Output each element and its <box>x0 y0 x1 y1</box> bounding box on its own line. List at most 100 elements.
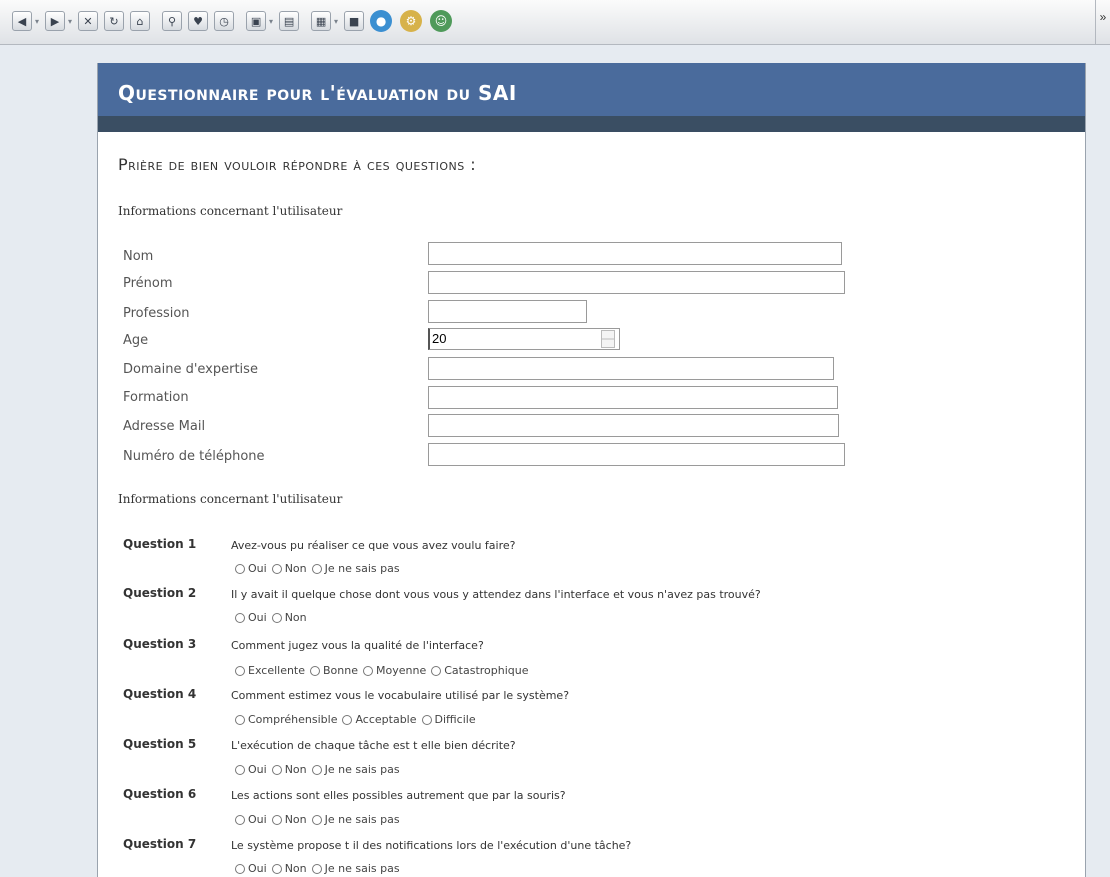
option-difficile[interactable]: Difficile <box>421 713 476 726</box>
profession-input[interactable] <box>428 300 587 323</box>
radio-icon[interactable] <box>235 563 245 574</box>
form-subtitle: Prière de bien vouloir répondre à ces qu… <box>118 155 477 174</box>
option-non[interactable]: Non <box>271 562 307 575</box>
question-1-label: Question 1 <box>123 537 197 551</box>
option-je-ne-sais-pas[interactable]: Je ne sais pas <box>311 813 400 826</box>
radio-icon[interactable] <box>235 863 245 874</box>
question-4-text: Comment estimez vous le vocabulaire util… <box>231 689 570 702</box>
radio-icon[interactable] <box>363 665 374 676</box>
option-je-ne-sais-pas[interactable]: Je ne sais pas <box>311 862 400 875</box>
question-7-label: Question 7 <box>123 837 197 851</box>
option-je-ne-sais-pas[interactable]: Je ne sais pas <box>311 562 400 575</box>
radio-icon[interactable] <box>235 714 245 725</box>
age-stepper-arrows[interactable] <box>601 330 615 348</box>
nom-input[interactable] <box>428 242 842 265</box>
radio-icon[interactable] <box>271 814 282 825</box>
option-oui[interactable]: Oui <box>235 862 267 875</box>
prenom-input[interactable] <box>428 271 845 294</box>
back-dropdown-icon[interactable]: ▾ <box>35 17 39 26</box>
radio-icon[interactable] <box>271 764 282 775</box>
page-title: Questionnaire pour l'évaluation du SAI <box>98 63 1085 116</box>
radio-icon[interactable] <box>235 665 245 676</box>
domaine-input[interactable] <box>428 357 834 380</box>
back-icon[interactable]: ◀ <box>12 11 32 31</box>
question-6-options: Oui Non Je ne sais pas <box>235 813 405 826</box>
forward-dropdown-icon[interactable]: ▾ <box>68 17 72 26</box>
field-label-prenom: Prénom <box>123 276 173 291</box>
radio-icon[interactable] <box>431 665 442 676</box>
history-icon[interactable]: ◷ <box>214 11 235 31</box>
question-1-options: Oui Non Je ne sais pas <box>235 562 405 575</box>
radio-icon[interactable] <box>235 764 245 775</box>
question-3-text: Comment jugez vous la qualité de l'inter… <box>231 639 484 652</box>
question-6-label: Question 6 <box>123 787 197 801</box>
excel-dropdown-icon[interactable]: ▾ <box>334 17 338 26</box>
question-3-options: Excellente Bonne Moyenne Catastrophique <box>235 664 534 677</box>
excel-icon[interactable]: ▦ <box>311 11 332 31</box>
radio-icon[interactable] <box>311 814 322 825</box>
section-user-info-title: Informations concernant l'utilisateur <box>118 204 343 218</box>
field-label-telephone: Numéro de téléphone <box>123 449 265 464</box>
users-icon[interactable]: ☺ <box>430 10 453 32</box>
option-non[interactable]: Non <box>271 763 307 776</box>
field-label-email: Adresse Mail <box>123 419 206 434</box>
page-icon[interactable]: ▣ <box>246 11 267 31</box>
radio-icon[interactable] <box>271 612 282 623</box>
radio-icon[interactable] <box>310 665 321 676</box>
radio-icon[interactable] <box>421 714 432 725</box>
radio-icon[interactable] <box>342 714 353 725</box>
age-value: 20 <box>432 331 447 346</box>
home-icon[interactable]: ⌂ <box>130 11 151 31</box>
stop-icon[interactable]: ✕ <box>78 11 99 31</box>
option-catastrophique[interactable]: Catastrophique <box>431 664 529 677</box>
option-bonne[interactable]: Bonne <box>310 664 358 677</box>
search-icon[interactable]: ⚲ <box>162 11 183 31</box>
formation-input[interactable] <box>428 386 838 409</box>
radio-icon[interactable] <box>311 863 322 874</box>
page-dropdown-icon[interactable]: ▾ <box>269 17 273 26</box>
header-band <box>98 116 1085 132</box>
question-2-label: Question 2 <box>123 586 197 600</box>
option-non[interactable]: Non <box>271 862 307 875</box>
chat-icon[interactable]: ■ <box>344 11 365 31</box>
radio-icon[interactable] <box>271 563 282 574</box>
browser-toolbar: ◀ ▾ ▶ ▾ ✕ ↻ ⌂ ⚲ ♥ ◷ ▣ ▾ ▤ ▦ ▾ ■ ● ⚙ ☺ » <box>0 0 1110 45</box>
question-3-label: Question 3 <box>123 637 197 651</box>
radio-icon[interactable] <box>235 814 245 825</box>
option-non[interactable]: Non <box>271 813 307 826</box>
radio-icon[interactable] <box>235 612 245 623</box>
option-oui[interactable]: Oui <box>235 611 267 624</box>
option-comprehensible[interactable]: Compréhensible <box>235 713 337 726</box>
radio-icon[interactable] <box>311 563 322 574</box>
network-icon[interactable]: ● <box>370 10 393 32</box>
question-5-text: L'exécution de chaque tâche est t elle b… <box>231 739 516 752</box>
option-oui[interactable]: Oui <box>235 562 267 575</box>
option-excellente[interactable]: Excellente <box>235 664 305 677</box>
field-label-age: Age <box>123 333 149 348</box>
bookmark-icon[interactable]: ♥ <box>188 11 209 31</box>
field-label-formation: Formation <box>123 390 189 405</box>
question-2-text: Il y avait il quelque chose dont vous vo… <box>231 588 761 601</box>
tools-icon[interactable]: ⚙ <box>400 10 423 32</box>
telephone-input[interactable] <box>428 443 845 466</box>
print-icon[interactable]: ▤ <box>279 11 300 31</box>
email-input[interactable] <box>428 414 839 437</box>
option-je-ne-sais-pas[interactable]: Je ne sais pas <box>311 763 400 776</box>
question-4-options: Compréhensible Acceptable Difficile <box>235 713 481 726</box>
option-moyenne[interactable]: Moyenne <box>363 664 426 677</box>
field-label-nom: Nom <box>123 249 154 264</box>
forward-icon[interactable]: ▶ <box>45 11 66 31</box>
section-questions-title: Informations concernant l'utilisateur <box>118 492 343 506</box>
question-5-label: Question 5 <box>123 737 197 751</box>
age-stepper[interactable]: 20 <box>428 328 620 350</box>
option-non[interactable]: Non <box>271 611 307 624</box>
reload-icon[interactable]: ↻ <box>104 11 125 31</box>
toolbar-overflow-icon[interactable]: » <box>1095 0 1110 44</box>
option-oui[interactable]: Oui <box>235 813 267 826</box>
question-7-text: Le système propose t il des notification… <box>231 839 632 852</box>
option-acceptable[interactable]: Acceptable <box>342 713 417 726</box>
radio-icon[interactable] <box>311 764 322 775</box>
toolbar-buttons: ◀ ▾ ▶ ▾ ✕ ↻ ⌂ ⚲ ♥ ◷ ▣ ▾ ▤ ▦ ▾ ■ ● ⚙ ☺ <box>12 10 460 32</box>
option-oui[interactable]: Oui <box>235 763 267 776</box>
radio-icon[interactable] <box>271 863 282 874</box>
